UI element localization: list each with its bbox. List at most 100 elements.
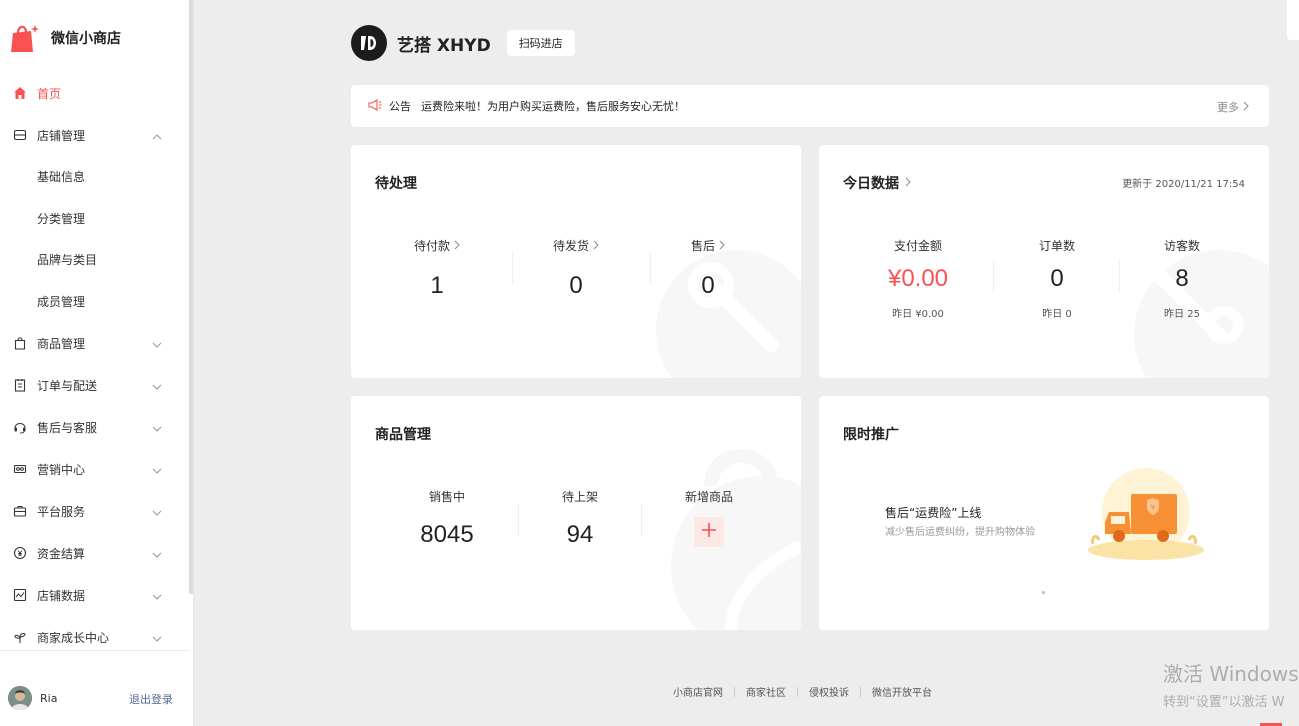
chevron-down-icon — [152, 631, 162, 645]
sidebar-item-label: 商品管理 — [37, 336, 86, 351]
sidebar-item-label: 售后与客服 — [37, 420, 98, 435]
chevron-down-icon — [152, 421, 162, 435]
avatar[interactable] — [8, 686, 32, 710]
chevron-down-icon — [152, 463, 162, 477]
footer-link-open-platform[interactable]: 微信开放平台 — [872, 684, 932, 699]
user-name: Ria — [40, 691, 58, 705]
stat-value: 94 — [566, 521, 594, 548]
chevron-down-icon — [152, 589, 162, 603]
shop-header: 艺搭 XHYD 扫码进店 — [351, 25, 575, 61]
sidebar-item-growth-center[interactable]: 商家成长中心 — [0, 616, 190, 658]
chevron-right-icon — [454, 239, 460, 253]
footer: 小商店官网 商家社区 侵权投诉 微信开放平台 — [673, 684, 932, 699]
sidebar-item-label: 平台服务 — [37, 504, 86, 519]
divider — [512, 253, 513, 285]
sidebar-item-products[interactable]: 商品管理 — [0, 322, 190, 364]
ticket-icon — [12, 461, 28, 477]
promo-banner-title[interactable]: 售后“运费险”上线 — [885, 504, 981, 521]
update-time: 更新于 2020/11/21 17:54 — [1122, 179, 1245, 190]
today-title-label: 今日数据 — [843, 176, 899, 192]
chevron-right-icon — [1243, 101, 1249, 114]
user-panel: Ria 退出登录 — [8, 686, 178, 710]
sidebar-item-orders[interactable]: 订单与配送 — [0, 364, 190, 406]
stat-order-count[interactable]: 订单数 0 昨日 0 — [1017, 237, 1097, 320]
products-title: 商品管理 — [375, 427, 431, 443]
announcement-more-link[interactable]: 更多 — [1217, 99, 1249, 115]
stat-visitors[interactable]: 访客数 8 昨日 25 — [1142, 237, 1222, 320]
shop-logo — [351, 25, 387, 61]
stat-label: 访客数 — [1163, 239, 1200, 253]
today-data-card: 今日数据 更新于 2020/11/21 17:54 支付金额 ¥0.00 昨日 … — [819, 145, 1269, 378]
shop-name: 艺搭 XHYD — [397, 35, 491, 56]
windows-activation-watermark: 激活 Windows 转到“设置”以激活 W — [1163, 658, 1299, 710]
footer-link-official-site[interactable]: 小商店官网 — [673, 684, 723, 699]
sidebar-item-home[interactable]: 首页 — [0, 72, 190, 114]
divider — [797, 686, 798, 697]
stat-value: 8045 — [420, 521, 474, 548]
chevron-down-icon — [152, 337, 162, 351]
sidebar-item-label: 首页 — [37, 86, 62, 101]
stat-value: 0 — [569, 272, 583, 299]
stat-value: 8 — [1175, 265, 1189, 292]
sidebar-item-platform-services[interactable]: 平台服务 — [0, 490, 190, 532]
promo-banner-subtitle: 减少售后运费纠纷，提升购物体验 — [885, 527, 1035, 538]
brand[interactable]: 微信小商店 — [9, 22, 121, 54]
stat-payment-amount[interactable]: 支付金额 ¥0.00 昨日 ¥0.00 — [868, 237, 968, 320]
add-product-button[interactable] — [694, 517, 724, 547]
stat-awaiting-shipment[interactable]: 待发货 0 — [536, 237, 616, 300]
divider — [650, 253, 651, 285]
sidebar-item-after-sales[interactable]: 售后与客服 — [0, 406, 190, 448]
chart-icon — [12, 587, 28, 603]
sidebar-item-store-management[interactable]: 店铺管理 — [0, 114, 190, 156]
home-icon — [12, 85, 28, 101]
announcement-tag: 公告 — [389, 100, 411, 113]
scan-to-enter-button[interactable]: 扫码进店 — [506, 30, 575, 56]
sidebar-item-store-data[interactable]: 店铺数据 — [0, 574, 190, 616]
watermark-line: 转到“设置”以激活 W — [1163, 695, 1285, 710]
stat-sub: 昨日 0 — [1042, 309, 1072, 320]
delivery-truck-icon[interactable]: ¥ — [1083, 466, 1209, 562]
footer-link-infringement[interactable]: 侵权投诉 — [809, 684, 849, 699]
sidebar-subitem-category[interactable]: 分类管理 — [0, 198, 190, 240]
sidebar-item-label: 商家成长中心 — [37, 630, 110, 645]
today-title[interactable]: 今日数据 — [843, 173, 911, 193]
sidebar-subitem-basic-info[interactable]: 基础信息 — [0, 156, 190, 198]
sidebar-subitem-brand[interactable]: 品牌与类目 — [0, 239, 190, 281]
chevron-right-icon — [593, 239, 599, 253]
stat-add-product[interactable]: 新增商品 — [669, 488, 749, 547]
store-icon — [12, 127, 28, 143]
footer-link-community[interactable]: 商家社区 — [746, 684, 786, 699]
stat-pending-listing[interactable]: 待上架 94 — [540, 488, 620, 549]
chevron-down-icon — [152, 379, 162, 393]
clipboard-icon — [12, 377, 28, 393]
stat-label: 待付款 — [413, 239, 450, 253]
sidebar-item-marketing[interactable]: 营销中心 — [0, 448, 190, 490]
stat-awaiting-payment[interactable]: 待付款 1 — [397, 237, 477, 300]
more-label: 更多 — [1217, 101, 1239, 114]
stat-value: ¥0.00 — [887, 265, 949, 292]
announcement-bar[interactable]: 公告 运费险来啦！为用户购买运费险，售后服务安心无忧！ 更多 — [351, 85, 1269, 127]
pending-card: 待处理 待付款 1 待发货 0 售后 0 — [351, 145, 801, 378]
logout-link[interactable]: 退出登录 — [129, 691, 173, 707]
carousel-indicator[interactable] — [1042, 591, 1045, 594]
stat-value: 0 — [1050, 265, 1064, 292]
divider — [734, 686, 735, 697]
sidebar-item-label: 订单与配送 — [37, 378, 98, 393]
sidebar-item-settlement[interactable]: 资金结算 — [0, 532, 190, 574]
sidebar-item-label: 资金结算 — [37, 546, 86, 561]
stat-label: 待上架 — [561, 490, 598, 504]
sidebar-item-label: 营销中心 — [37, 462, 86, 477]
chevron-down-icon — [152, 505, 162, 519]
pending-title: 待处理 — [375, 176, 417, 192]
stat-value: 0 — [701, 272, 715, 299]
sidebar: 微信小商店 首页 店铺管理 基础信息 分类管理 品牌与类目 成员管理 商品管理 — [0, 0, 194, 726]
chevron-down-icon — [152, 547, 162, 561]
stat-on-sale[interactable]: 销售中 8045 — [407, 488, 487, 549]
promotion-card: 限时推广 售后“运费险”上线 减少售后运费纠纷，提升购物体验 ¥ — [819, 396, 1269, 630]
stat-after-sales[interactable]: 售后 0 — [668, 237, 748, 300]
divider — [641, 504, 642, 536]
sidebar-subitem-members[interactable]: 成员管理 — [0, 281, 190, 323]
chevron-up-icon — [152, 129, 162, 143]
stat-label: 销售中 — [428, 490, 465, 504]
shopping-bag-icon — [12, 335, 28, 351]
